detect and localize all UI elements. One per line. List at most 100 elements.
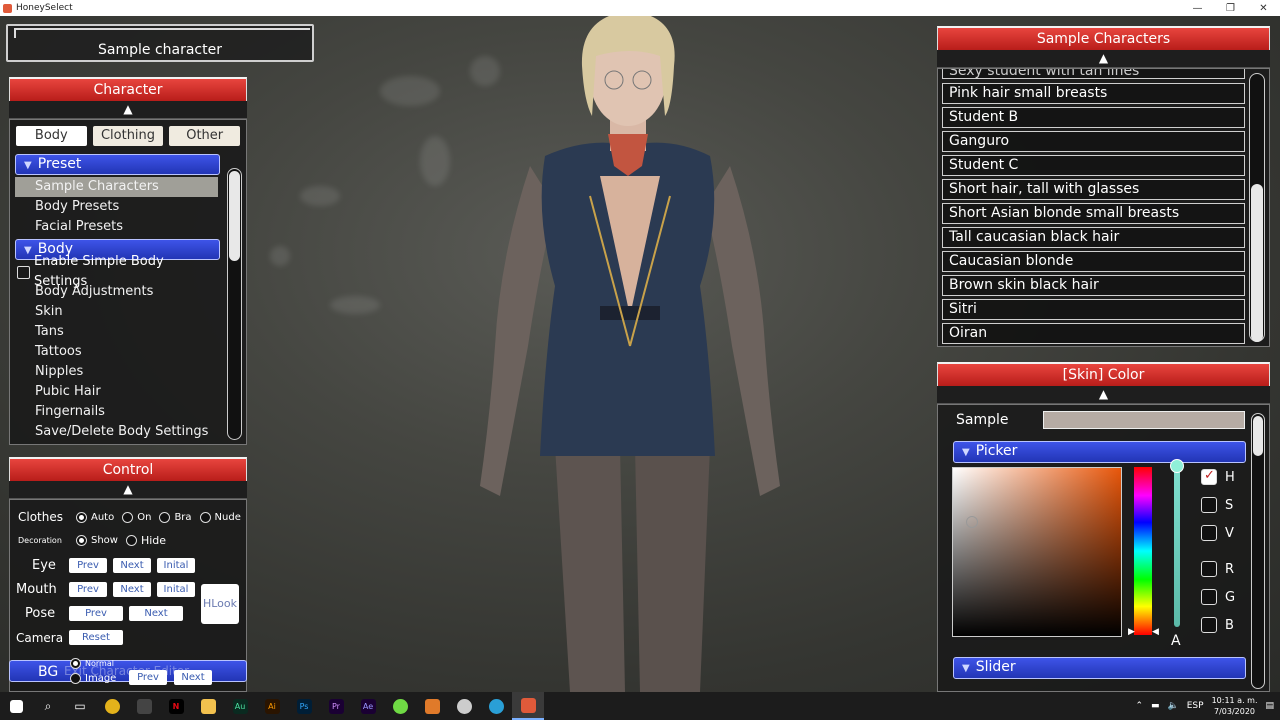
app-icon[interactable] xyxy=(128,692,160,720)
menu-item-pubic-hair[interactable]: Pubic Hair xyxy=(15,382,220,402)
mouth-next-button[interactable]: Next xyxy=(113,582,151,597)
app2-icon[interactable] xyxy=(416,692,448,720)
notifications-icon[interactable]: ▤ xyxy=(1265,701,1274,711)
slider-section[interactable]: ▼ Slider xyxy=(953,657,1246,679)
menu-item-tans[interactable]: Tans xyxy=(15,322,220,342)
camera-reset-button[interactable]: Reset xyxy=(69,630,123,645)
list-item[interactable]: Caucasian blonde xyxy=(942,251,1245,272)
list-item[interactable]: Oiran xyxy=(942,323,1245,344)
bg-prev-button[interactable]: Prev xyxy=(129,670,167,685)
list-item[interactable]: Brown skin black hair xyxy=(942,275,1245,296)
enable-simple-body-checkbox[interactable]: Enable Simple Body Settings xyxy=(15,254,220,289)
list-item[interactable]: Ganguro xyxy=(942,131,1245,152)
list-item[interactable]: Pink hair small breasts xyxy=(942,83,1245,104)
pose-next-button[interactable]: Next xyxy=(129,606,183,621)
close-button[interactable]: ✕ xyxy=(1247,3,1280,14)
mouth-prev-button[interactable]: Prev xyxy=(69,582,107,597)
skin-color-header: [Skin] Color xyxy=(937,362,1270,386)
clothes-bra-radio[interactable]: Bra xyxy=(159,511,192,523)
audition-icon[interactable]: Au xyxy=(224,692,256,720)
decoration-label: Decoration xyxy=(18,536,62,545)
volume-icon[interactable]: 🔈 xyxy=(1168,701,1179,711)
menu-item-tattoos[interactable]: Tattoos xyxy=(15,342,220,362)
search-icon[interactable]: ⌕ xyxy=(32,692,64,720)
pose-prev-button[interactable]: Prev xyxy=(69,606,123,621)
menu-item-skin[interactable]: Skin xyxy=(15,302,220,322)
alpha-slider-handle[interactable] xyxy=(1170,459,1184,473)
character-model[interactable] xyxy=(460,16,800,692)
decoration-show-radio[interactable]: Show xyxy=(76,535,118,546)
character-scrollbar[interactable] xyxy=(227,168,242,440)
channel-b-checkbox[interactable]: B xyxy=(1201,617,1234,633)
aftereffects-icon[interactable]: Ae xyxy=(352,692,384,720)
menu-item-save-delete-body[interactable]: Save/Delete Body Settings xyxy=(15,422,220,442)
mouth-inital-button[interactable]: Inital xyxy=(157,582,195,597)
channel-v-checkbox[interactable]: V xyxy=(1201,525,1234,541)
files-icon[interactable] xyxy=(192,692,224,720)
windows-start-icon[interactable] xyxy=(0,692,32,720)
alpha-label: A xyxy=(1171,633,1181,649)
eye-prev-button[interactable]: Prev xyxy=(69,558,107,573)
bg-image-radio[interactable]: Image xyxy=(70,673,116,684)
saturation-value-picker[interactable] xyxy=(952,467,1122,637)
tab-body[interactable]: Body xyxy=(16,126,87,146)
bg-normal-radio[interactable]: Normal xyxy=(70,658,114,669)
sample-list-scrollbar[interactable] xyxy=(1249,73,1265,342)
premiere-icon[interactable]: Pr xyxy=(320,692,352,720)
collapse-arrow-icon[interactable]: ▲ xyxy=(9,101,247,119)
upwork-icon[interactable] xyxy=(384,692,416,720)
menu-item-sample-characters[interactable]: Sample Characters xyxy=(15,177,218,197)
list-item[interactable]: Tall caucasian black hair xyxy=(942,227,1245,248)
collapse-arrow-icon[interactable]: ▲ xyxy=(937,386,1270,404)
picker-section[interactable]: ▼ Picker xyxy=(953,441,1246,463)
list-item[interactable]: Student C xyxy=(942,155,1245,176)
picker-cursor-icon[interactable] xyxy=(966,516,978,528)
skin-panel-scrollbar[interactable] xyxy=(1251,413,1265,689)
clothes-on-radio[interactable]: On xyxy=(122,511,151,523)
tray-chevron-icon[interactable]: ⌃ xyxy=(1135,701,1143,711)
illustrator-icon[interactable]: Ai xyxy=(256,692,288,720)
maximize-button[interactable]: ❐ xyxy=(1214,3,1247,14)
taskbar: ⌕ ▭ N Au Ai Ps Pr Ae ⌃ ▬ 🔈 ESP 10:11 a. … xyxy=(0,692,1280,720)
menu-item-facial-presets[interactable]: Facial Presets xyxy=(15,217,220,237)
group-preset[interactable]: ▼ Preset xyxy=(15,154,220,175)
list-item[interactable]: Sexy student with tan lines xyxy=(942,69,1245,79)
minimize-button[interactable]: — xyxy=(1181,3,1214,14)
eye-inital-button[interactable]: Inital xyxy=(157,558,195,573)
channel-r-checkbox[interactable]: R xyxy=(1201,561,1234,577)
chrome-icon[interactable] xyxy=(96,692,128,720)
collapse-arrow-icon[interactable]: ▲ xyxy=(9,481,247,499)
app3-icon[interactable] xyxy=(448,692,480,720)
list-item[interactable]: Student B xyxy=(942,107,1245,128)
decoration-hide-radio[interactable]: Hide xyxy=(125,534,166,547)
alpha-slider[interactable] xyxy=(1174,467,1180,627)
honeyselect-icon[interactable] xyxy=(512,692,544,720)
hlook-button[interactable]: HLook xyxy=(201,584,239,624)
hue-arrow-left-icon: ▶ xyxy=(1128,627,1135,637)
channel-s-checkbox[interactable]: S xyxy=(1201,497,1233,513)
collapse-arrow-icon[interactable]: ▲ xyxy=(937,50,1270,68)
tab-other[interactable]: Other xyxy=(169,126,241,146)
network-icon[interactable]: ▬ xyxy=(1151,701,1160,711)
bg-next-button[interactable]: Next xyxy=(174,670,212,685)
list-item[interactable]: Sitri xyxy=(942,299,1245,320)
taskbar-clock[interactable]: 10:11 a. m. 7/03/2020 xyxy=(1212,695,1258,717)
clothes-nude-radio[interactable]: Nude xyxy=(199,511,241,523)
menu-item-fingernails[interactable]: Fingernails xyxy=(15,402,220,422)
list-item[interactable]: Short hair, tall with glasses xyxy=(942,179,1245,200)
tab-clothing[interactable]: Clothing xyxy=(92,126,164,146)
clothes-auto-radio[interactable]: Auto xyxy=(76,511,114,523)
menu-item-nipples[interactable]: Nipples xyxy=(15,362,220,382)
task-view-icon[interactable]: ▭ xyxy=(64,692,96,720)
menu-item-body-presets[interactable]: Body Presets xyxy=(15,197,220,217)
channel-g-checkbox[interactable]: G xyxy=(1201,589,1235,605)
color-sample-swatch xyxy=(1042,411,1245,429)
photoshop-icon[interactable]: Ps xyxy=(288,692,320,720)
eye-next-button[interactable]: Next xyxy=(113,558,151,573)
language-indicator[interactable]: ESP xyxy=(1187,701,1204,711)
list-item[interactable]: Short Asian blonde small breasts xyxy=(942,203,1245,224)
channel-h-checkbox[interactable]: H xyxy=(1201,468,1235,485)
edge-icon[interactable] xyxy=(480,692,512,720)
netflix-icon[interactable]: N xyxy=(160,692,192,720)
hue-slider[interactable] xyxy=(1134,467,1152,635)
